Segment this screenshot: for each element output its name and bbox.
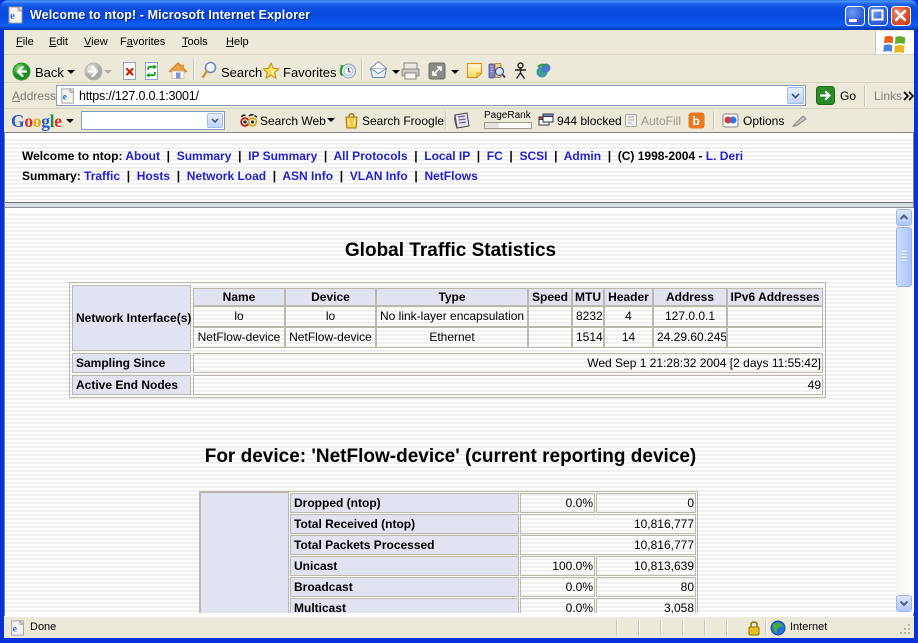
svg-text:e: e (63, 92, 68, 103)
svg-text:e: e (13, 624, 18, 635)
svg-text:e: e (10, 10, 15, 22)
svg-text:b: b (693, 114, 700, 128)
